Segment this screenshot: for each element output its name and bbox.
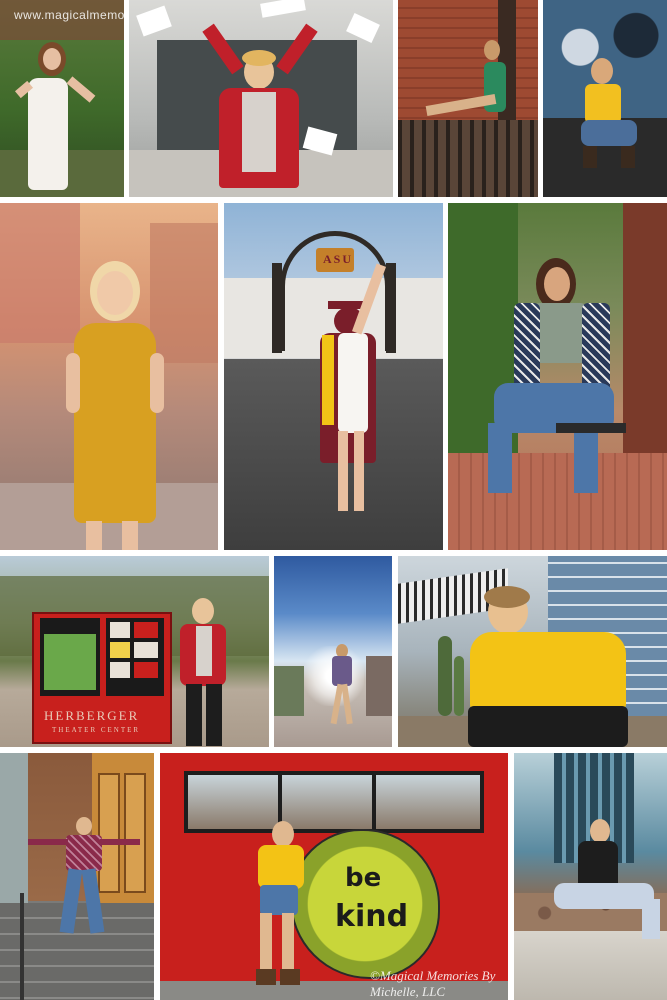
photo-stairs-doorway bbox=[0, 753, 154, 1000]
photo-yellow-dress-street bbox=[0, 203, 218, 550]
mural-word-be: be bbox=[345, 863, 382, 893]
photo-mural-crouch bbox=[543, 0, 667, 197]
watermark-bottom: ©Magical Memories By Michelle, LLC bbox=[370, 968, 496, 999]
photo-red-jacket-papers bbox=[129, 0, 393, 197]
sign-line-1: HERBERGER bbox=[44, 708, 140, 723]
photo-white-dress-garden: www.magicalmemoriesbymichelle.com bbox=[0, 0, 124, 197]
watermark-top: www.magicalmemoriesbymichelle.com bbox=[14, 8, 124, 22]
photo-be-kind-wall: be kind ©Magical Memories By Michelle, L… bbox=[160, 753, 508, 1000]
photo-theatre-sign: HERBERGER THEATER CENTER bbox=[0, 556, 269, 747]
photo-plaid-bench bbox=[448, 203, 667, 550]
photo-street-sunflare bbox=[274, 556, 392, 747]
photo-yellow-sweater bbox=[398, 556, 667, 747]
photo-black-top-ledge bbox=[514, 753, 667, 1000]
photo-asu-gates: ASU bbox=[224, 203, 443, 550]
sign-line-2: THEATER CENTER bbox=[52, 726, 141, 734]
mural-word-kind: kind bbox=[335, 899, 409, 934]
photo-brick-wall-sitting bbox=[398, 0, 538, 197]
arch-badge-text: ASU bbox=[323, 252, 354, 266]
